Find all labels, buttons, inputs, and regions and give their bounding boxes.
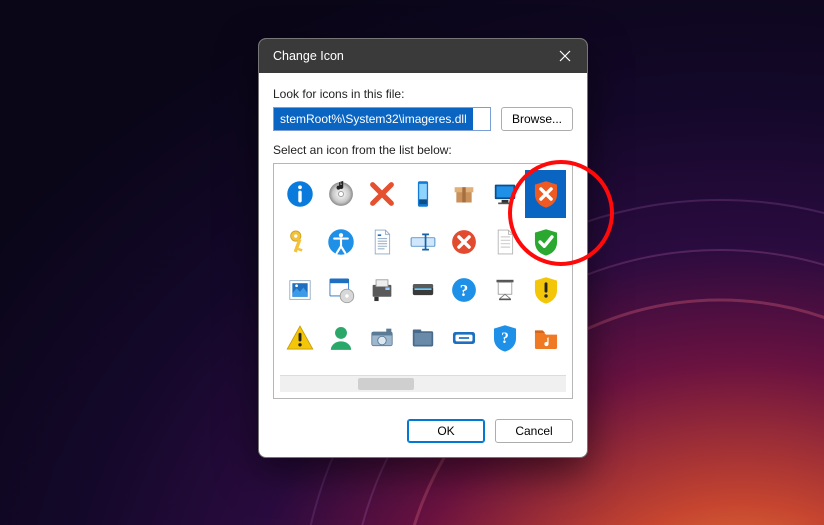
phone-icon[interactable] xyxy=(403,170,444,218)
dialog-title: Change Icon xyxy=(273,49,344,63)
window-disc-icon[interactable] xyxy=(321,266,362,314)
shield-warning-icon[interactable] xyxy=(525,266,566,314)
look-for-label: Look for icons in this file: xyxy=(273,87,573,101)
accessibility-icon[interactable] xyxy=(321,218,362,266)
rename-icon[interactable] xyxy=(403,218,444,266)
ok-button[interactable]: OK xyxy=(407,419,485,443)
cd-music-icon[interactable] xyxy=(321,170,362,218)
picture-icon[interactable] xyxy=(280,266,321,314)
svg-text:?: ? xyxy=(501,330,509,347)
close-icon xyxy=(559,50,571,62)
scanner-icon[interactable] xyxy=(403,266,444,314)
icon-list-box: ? ? xyxy=(273,163,573,399)
close-button[interactable] xyxy=(543,39,587,73)
folder-icon[interactable] xyxy=(403,314,444,362)
box-icon[interactable] xyxy=(443,170,484,218)
music-folder-icon[interactable] xyxy=(525,314,566,362)
error-circle-icon[interactable] xyxy=(443,218,484,266)
warning-triangle-icon[interactable] xyxy=(280,314,321,362)
shield-x-icon[interactable] xyxy=(525,170,566,218)
help-shield-icon[interactable]: ? xyxy=(484,314,525,362)
file-path-value: stemRoot%\System32\imageres.dll xyxy=(274,107,473,131)
user-icon[interactable] xyxy=(321,314,362,362)
page-icon[interactable] xyxy=(484,218,525,266)
select-icon-label: Select an icon from the list below: xyxy=(273,143,573,157)
projector-screen-icon[interactable] xyxy=(484,266,525,314)
desktop-background: Change Icon Look for icons in this file:… xyxy=(0,0,824,525)
horizontal-scrollbar[interactable] xyxy=(280,375,566,392)
titlebar[interactable]: Change Icon xyxy=(259,39,587,73)
icon-grid[interactable]: ? ? xyxy=(280,170,566,375)
help-icon[interactable]: ? xyxy=(443,266,484,314)
info-icon[interactable] xyxy=(280,170,321,218)
fax-icon[interactable] xyxy=(362,266,403,314)
svg-text:?: ? xyxy=(460,281,469,300)
shield-check-icon[interactable] xyxy=(525,218,566,266)
cancel-button[interactable]: Cancel xyxy=(495,419,573,443)
browse-button[interactable]: Browse... xyxy=(501,107,573,131)
document-icon[interactable] xyxy=(362,218,403,266)
monitor-icon[interactable] xyxy=(484,170,525,218)
file-path-input[interactable]: stemRoot%\System32\imageres.dll xyxy=(273,107,491,131)
cross-red-icon[interactable] xyxy=(362,170,403,218)
change-icon-dialog: Change Icon Look for icons in this file:… xyxy=(258,38,588,458)
scrollbar-thumb[interactable] xyxy=(358,378,414,390)
key-icon[interactable] xyxy=(280,218,321,266)
camera-icon[interactable] xyxy=(362,314,403,362)
run-icon[interactable] xyxy=(443,314,484,362)
